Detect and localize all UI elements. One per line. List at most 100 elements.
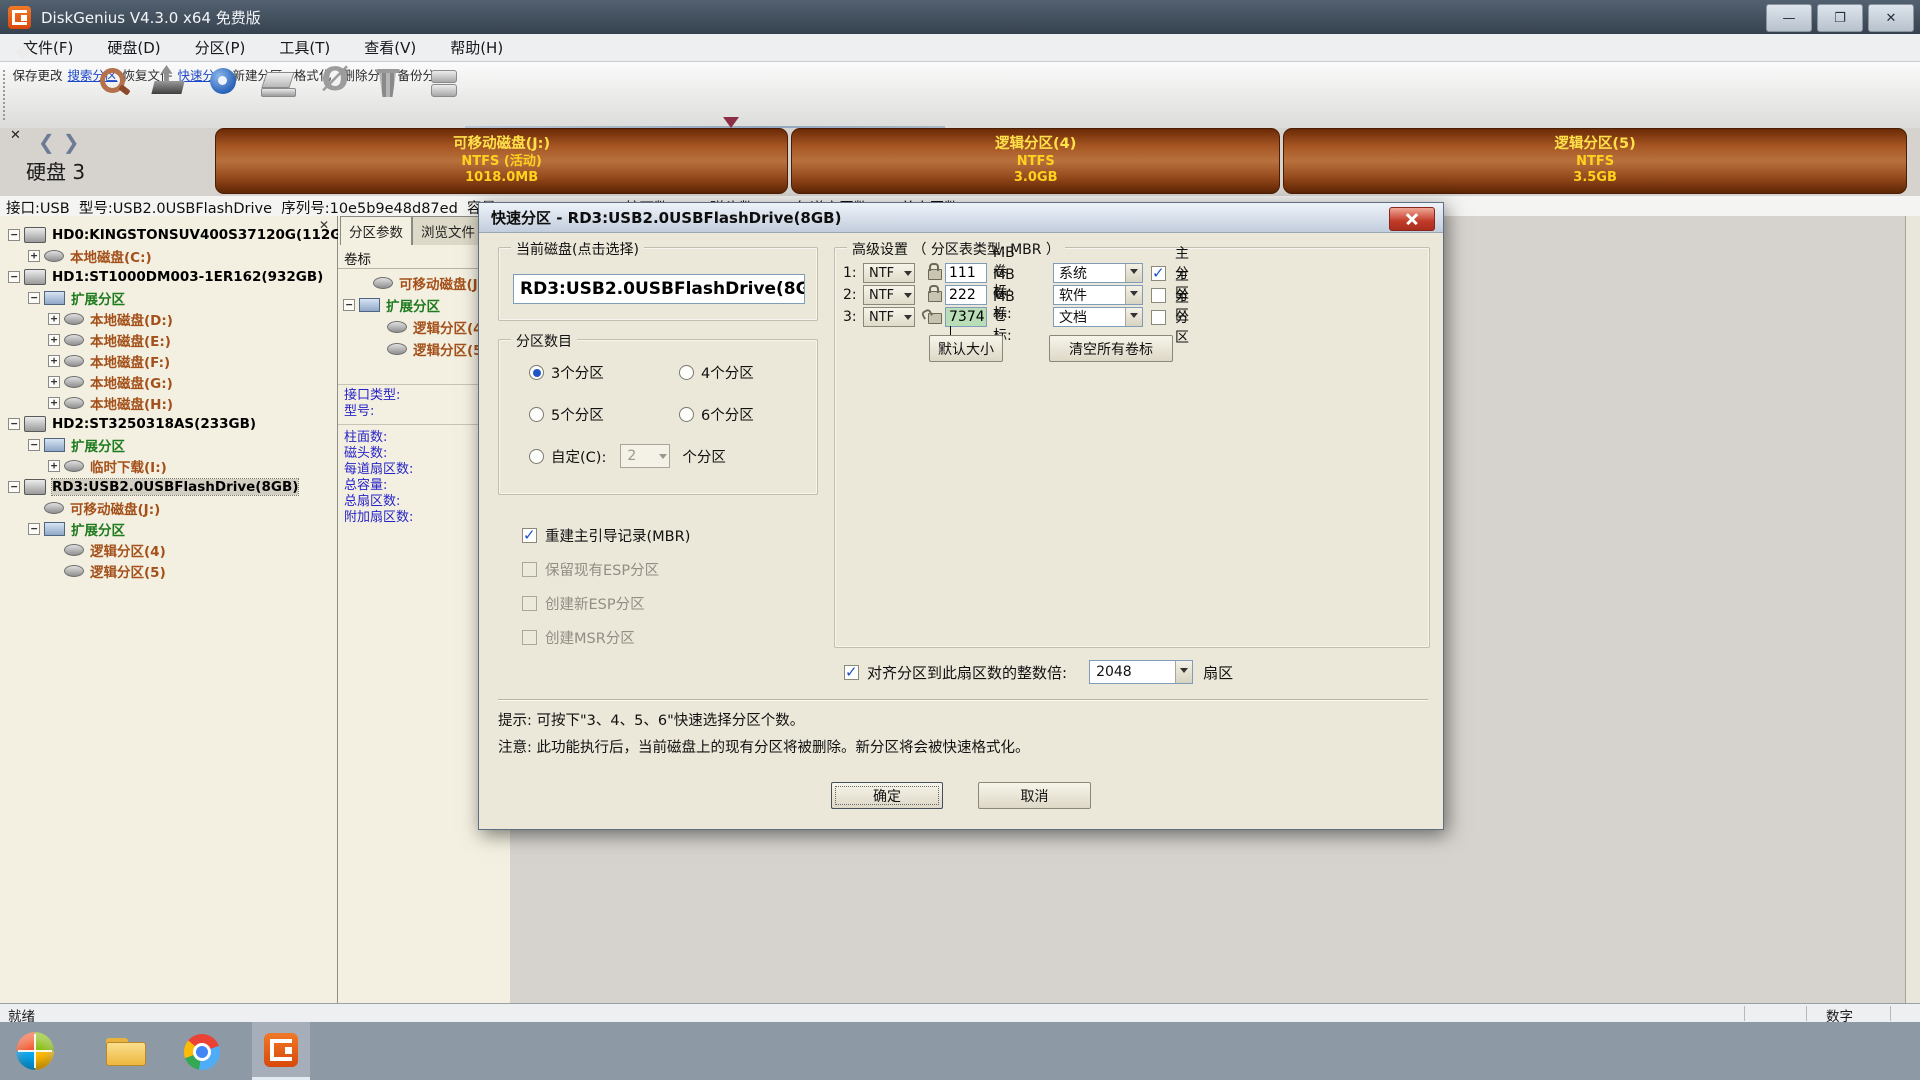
dropdown-button[interactable] <box>1175 661 1192 683</box>
dialog-checkbox[interactable]: 重建主引导记录(MBR) <box>522 525 690 546</box>
restore-button[interactable]: ❐ <box>1817 4 1863 32</box>
primary-partition-checkbox[interactable] <box>1151 266 1166 281</box>
expand-toggle-icon[interactable] <box>48 334 60 346</box>
dialog-close-button[interactable] <box>1389 207 1435 231</box>
diskgenius-taskbar-item[interactable] <box>252 1022 310 1080</box>
sector-count-select[interactable]: 2048 <box>1089 660 1193 684</box>
tree-item[interactable]: 本地磁盘(E:) <box>0 329 337 350</box>
checkbox-icon <box>844 665 859 680</box>
dropdown-button[interactable] <box>1125 308 1142 326</box>
dropdown-button[interactable] <box>1125 264 1142 282</box>
minimize-button[interactable]: — <box>1766 4 1812 32</box>
menu-item[interactable]: 工具(T) <box>262 37 347 58</box>
tree-item[interactable]: 扩展分区 <box>0 287 337 308</box>
toolbar-button[interactable]: 新建分区 <box>230 64 285 126</box>
radio-6-partitions[interactable]: 6个分区 <box>679 404 754 425</box>
ok-button[interactable]: 确定 <box>831 782 943 809</box>
radio-5-partitions[interactable]: 5个分区 <box>529 404 604 425</box>
volume-label-select[interactable]: 软件 <box>1053 285 1143 305</box>
tree-item[interactable]: 逻辑分区(4) <box>0 539 337 560</box>
toolbar-button[interactable]: 保存更改 <box>10 64 65 126</box>
close-button[interactable]: ✕ <box>1868 4 1914 32</box>
lock-icon[interactable] <box>928 313 942 324</box>
radio-custom-count[interactable]: 自定(C): 2 个分区 <box>529 444 726 468</box>
start-button[interactable] <box>16 1032 54 1070</box>
tree-item[interactable]: HD1:ST1000DM003-1ER162(932GB) <box>0 266 337 287</box>
size-input[interactable]: 7374 <box>945 307 987 327</box>
radio-4-partitions[interactable]: 4个分区 <box>679 362 754 383</box>
dialog-checkbox[interactable]: 创建MSR分区 <box>522 627 635 648</box>
partition-block[interactable]: 可移动磁盘(J:) NTFS (活动) 1018.0MB <box>215 128 788 194</box>
default-size-button[interactable]: 默认大小 <box>929 335 1003 362</box>
tab-partition-parameters[interactable]: 分区参数 <box>340 216 412 245</box>
file-explorer-icon[interactable] <box>106 1038 146 1066</box>
current-disk-select[interactable]: RD3:USB2.0USBFlashDrive(8GB) <box>513 274 805 304</box>
tree-item[interactable]: 扩展分区 <box>0 434 337 455</box>
volume-label-select[interactable]: 文档 <box>1053 307 1143 327</box>
expand-toggle-icon[interactable] <box>28 523 40 535</box>
tree-item[interactable]: 扩展分区 <box>0 518 337 539</box>
expand-toggle-icon[interactable] <box>48 355 60 367</box>
chevron-down-icon <box>1130 269 1138 278</box>
expand-toggle-icon[interactable] <box>48 376 60 388</box>
app-logo-icon <box>8 6 31 29</box>
tree-item[interactable]: 本地磁盘(D:) <box>0 308 337 329</box>
partition-block[interactable]: 逻辑分区(4) NTFS 3.0GB <box>791 128 1280 194</box>
window-title: DiskGenius V4.3.0 x64 免费版 <box>41 7 261 28</box>
toolbar-button[interactable]: 搜索分区 <box>65 64 120 126</box>
tree-item[interactable]: 可移动磁盘(J:) <box>0 497 337 518</box>
radio-3-partitions[interactable]: 3个分区 <box>529 362 604 383</box>
disk-prev-next-arrows[interactable]: ❮❯ <box>38 130 88 154</box>
expand-toggle-icon[interactable] <box>48 460 60 472</box>
expand-toggle-icon[interactable] <box>8 229 20 241</box>
expand-toggle-icon[interactable] <box>28 292 40 304</box>
toolbar-button[interactable]: 快速分区 <box>175 64 230 126</box>
custom-count-select[interactable]: 2 <box>620 444 670 468</box>
menu-item[interactable]: 帮助(H) <box>433 37 520 58</box>
band-close-icon[interactable]: ✕ <box>10 128 21 143</box>
toolbar-button[interactable]: 备份分区 <box>395 64 450 126</box>
tree-item[interactable]: HD2:ST3250318AS(233GB) <box>0 413 337 434</box>
tree-item[interactable]: RD3:USB2.0USBFlashDrive(8GB) <box>0 476 337 497</box>
field-label: 型号: <box>344 404 400 420</box>
filesystem-select[interactable]: NTF <box>863 285 915 305</box>
dialog-checkbox[interactable]: 保留现有ESP分区 <box>522 559 659 580</box>
expand-toggle-icon[interactable] <box>8 418 20 430</box>
dropdown-button[interactable] <box>1125 286 1142 304</box>
primary-partition-checkbox[interactable] <box>1151 310 1166 325</box>
vertical-scrollbar[interactable] <box>1905 216 1920 1003</box>
tab-browse-files[interactable]: 浏览文件 <box>412 216 484 245</box>
filesystem-select[interactable]: NTF <box>863 307 915 327</box>
volume-label-select[interactable]: 系统 <box>1053 263 1143 283</box>
tree-item[interactable]: 逻辑分区(5) <box>0 560 337 581</box>
tree-item[interactable]: 本地磁盘(C:) <box>0 245 337 266</box>
expand-toggle-icon[interactable] <box>8 271 20 283</box>
expand-toggle-icon[interactable] <box>8 481 20 493</box>
menu-item[interactable]: 硬盘(D) <box>90 37 177 58</box>
filesystem-select[interactable]: NTF <box>863 263 915 283</box>
size-input[interactable]: 222 <box>945 285 987 305</box>
size-input[interactable]: 111 <box>945 263 987 283</box>
lock-icon[interactable] <box>928 269 942 280</box>
clear-volume-labels-button[interactable]: 清空所有卷标 <box>1049 335 1173 362</box>
cancel-button[interactable]: 取消 <box>978 782 1091 809</box>
partition-block[interactable]: 逻辑分区(5) NTFS 3.5GB <box>1283 128 1907 194</box>
lock-icon[interactable] <box>928 291 942 302</box>
expand-toggle-icon[interactable] <box>48 313 60 325</box>
dialog-checkbox[interactable]: 创建新ESP分区 <box>522 593 645 614</box>
expand-toggle-icon[interactable] <box>48 397 60 409</box>
tree-item[interactable]: HD0:KINGSTONSUV400S37120G(112GB) <box>0 224 337 245</box>
primary-partition-checkbox[interactable] <box>1151 288 1166 303</box>
alignment-option[interactable]: 对齐分区到此扇区数的整数倍: 2048 扇区 <box>844 660 1233 684</box>
chrome-icon[interactable] <box>184 1034 220 1070</box>
expand-toggle-icon[interactable] <box>28 250 40 262</box>
tree-item[interactable]: 本地磁盘(G:) <box>0 371 337 392</box>
menu-item[interactable]: 查看(V) <box>347 37 433 58</box>
tree-item[interactable]: 本地磁盘(F:) <box>0 350 337 371</box>
tree-item[interactable]: 临时下载(I:) <box>0 455 337 476</box>
toolbar-button[interactable]: 恢复文件 <box>120 64 175 126</box>
expand-toggle-icon[interactable] <box>28 439 40 451</box>
tree-item[interactable]: 本地磁盘(H:) <box>0 392 337 413</box>
expand-toggle-icon[interactable] <box>343 299 355 311</box>
menu-item[interactable]: 分区(P) <box>178 37 263 58</box>
